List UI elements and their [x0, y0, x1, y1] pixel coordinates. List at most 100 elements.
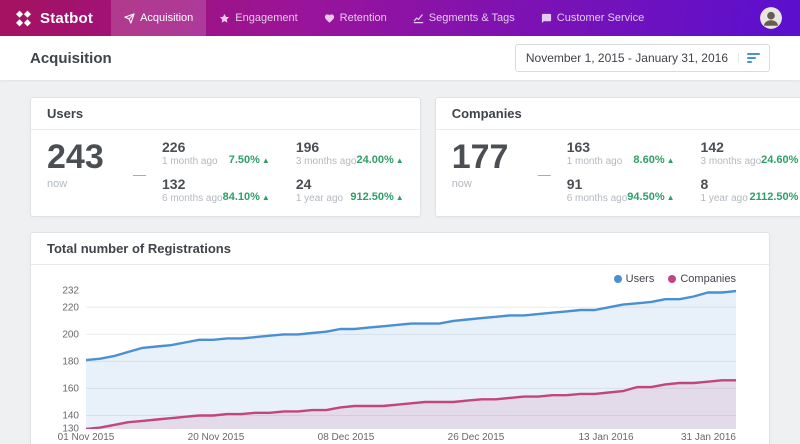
- card-title: Users: [31, 98, 420, 130]
- stat-value: 24: [296, 176, 343, 192]
- page-title: Acquisition: [30, 50, 112, 67]
- trend-up-icon: ▲: [396, 156, 404, 165]
- y-tick-label: 160: [62, 383, 79, 394]
- stat-value: 163: [567, 139, 623, 155]
- card-body: 243 now — 226 1 month ago 7.50%▲ 196 3 m…: [31, 130, 420, 216]
- filter-icon[interactable]: [738, 53, 769, 63]
- stat-label: 1 month ago: [567, 156, 623, 167]
- stat-value: 132: [162, 176, 223, 192]
- y-tick-label: 140: [62, 410, 79, 421]
- chart-title: Total number of Registrations: [31, 233, 769, 265]
- date-range-picker[interactable]: November 1, 2015 - January 31, 2016: [515, 44, 770, 72]
- nav-item-label: Segments & Tags: [429, 12, 515, 24]
- current-value: 177: [452, 139, 538, 176]
- stat-item: 91 6 months ago 94.50%▲: [567, 176, 675, 204]
- stats-grid: 163 1 month ago 8.60%▲ 142 3 months ago …: [567, 139, 800, 204]
- stat-label: 1 year ago: [701, 193, 748, 204]
- nav-item-acquisition[interactable]: Acquisition: [111, 0, 206, 36]
- x-tick-label: 08 Dec 2015: [318, 432, 375, 443]
- current-stat: 243 now: [47, 139, 133, 204]
- legend-dot-icon: [614, 275, 622, 283]
- trend-up-icon: ▲: [262, 193, 270, 202]
- plot-area[interactable]: 232220200180160140130: [86, 283, 736, 429]
- current-label: now: [47, 178, 133, 190]
- stat-item: 24 1 year ago 912.50%▲: [296, 176, 404, 204]
- stat-delta: 2112.50%▲: [750, 191, 800, 204]
- stat-item: 8 1 year ago 2112.50%▲: [701, 176, 800, 204]
- y-tick-label: 220: [62, 302, 79, 313]
- stat-cards-row: Users 243 now — 226 1 month ago 7.50%▲ 1…: [30, 97, 770, 217]
- nav-item-segments-tags[interactable]: Segments & Tags: [400, 0, 528, 36]
- brand-name: Statbot: [40, 10, 93, 27]
- card-body: 177 now — 163 1 month ago 8.60%▲ 142 3 m…: [436, 130, 800, 216]
- users-card: Users 243 now — 226 1 month ago 7.50%▲ 1…: [30, 97, 421, 217]
- nav-item-label: Retention: [340, 12, 387, 24]
- stat-delta: 7.50%▲: [229, 154, 270, 167]
- current-label: now: [452, 178, 538, 190]
- companies-card: Companies 177 now — 163 1 month ago 8.60…: [435, 97, 800, 217]
- y-tick-label: 180: [62, 356, 79, 367]
- separator-dash: —: [538, 167, 551, 182]
- registrations-chart-card: Total number of Registrations Users Compa…: [30, 232, 770, 444]
- brand[interactable]: Statbot: [0, 0, 111, 36]
- star-icon: [219, 13, 230, 24]
- stat-delta: 912.50%▲: [350, 191, 403, 204]
- nav-item-retention[interactable]: Retention: [311, 0, 400, 36]
- trend-up-icon: ▲: [262, 156, 270, 165]
- chart-body: Users Companies 232220200180160140130 01 …: [31, 265, 769, 444]
- stat-item: 163 1 month ago 8.60%▲: [567, 139, 675, 167]
- top-nav: Statbot Acquisition Engagement Retention…: [0, 0, 800, 36]
- x-tick-label: 01 Nov 2015: [58, 432, 115, 443]
- heart-icon: [324, 13, 335, 24]
- chat-bubble-icon: [541, 13, 552, 24]
- nav-item-customer-service[interactable]: Customer Service: [528, 0, 657, 36]
- legend-dot-icon: [668, 275, 676, 283]
- x-axis-labels: 01 Nov 201520 Nov 201508 Dec 201526 Dec …: [86, 432, 736, 444]
- stat-label: 6 months ago: [567, 193, 628, 204]
- card-title: Companies: [436, 98, 800, 130]
- stat-value: 196: [296, 139, 357, 155]
- date-range-value: November 1, 2015 - January 31, 2016: [516, 51, 738, 65]
- user-avatar[interactable]: [760, 7, 782, 29]
- stat-value: 8: [701, 176, 748, 192]
- stat-delta: 84.10%▲: [223, 191, 270, 204]
- x-tick-label: 13 Jan 2016: [578, 432, 633, 443]
- x-tick-label: 26 Dec 2015: [448, 432, 505, 443]
- line-chart-icon: [413, 13, 424, 24]
- trend-up-icon: ▲: [396, 193, 404, 202]
- legend-item-users[interactable]: Users: [614, 273, 655, 285]
- stat-item: 132 6 months ago 84.10%▲: [162, 176, 270, 204]
- stat-label: 6 months ago: [162, 193, 223, 204]
- stat-value: 142: [701, 139, 762, 155]
- stat-item: 226 1 month ago 7.50%▲: [162, 139, 270, 167]
- chart-legend: Users Companies: [614, 273, 736, 285]
- nav-item-label: Acquisition: [140, 12, 193, 24]
- stat-delta: 94.50%▲: [627, 191, 674, 204]
- stat-delta: 8.60%▲: [633, 154, 674, 167]
- stat-label: 1 year ago: [296, 193, 343, 204]
- main-nav: Acquisition Engagement Retention Segment…: [111, 0, 750, 36]
- stat-label: 1 month ago: [162, 156, 218, 167]
- page-header: Acquisition November 1, 2015 - January 3…: [0, 36, 800, 80]
- stat-delta: 24.00%▲: [356, 154, 403, 167]
- nav-item-label: Customer Service: [557, 12, 644, 24]
- stat-item: 142 3 months ago 24.60%▲: [701, 139, 800, 167]
- y-tick-label: 200: [62, 329, 79, 340]
- trend-up-icon: ▲: [667, 193, 675, 202]
- paper-plane-icon: [124, 13, 135, 24]
- nav-item-engagement[interactable]: Engagement: [206, 0, 310, 36]
- statbot-logo-icon: [14, 9, 33, 28]
- stat-delta: 24.60%▲: [761, 154, 800, 167]
- stat-label: 3 months ago: [296, 156, 357, 167]
- stat-item: 196 3 months ago 24.00%▲: [296, 139, 404, 167]
- trend-up-icon: ▲: [667, 156, 675, 165]
- current-stat: 177 now: [452, 139, 538, 204]
- nav-item-label: Engagement: [235, 12, 297, 24]
- separator-dash: —: [133, 167, 146, 182]
- y-tick-label: 232: [62, 286, 79, 297]
- avatar-image: [760, 7, 782, 29]
- main-content: Users 243 now — 226 1 month ago 7.50%▲ 1…: [0, 80, 800, 444]
- stats-grid: 226 1 month ago 7.50%▲ 196 3 months ago …: [162, 139, 404, 204]
- stat-value: 91: [567, 176, 628, 192]
- legend-item-companies[interactable]: Companies: [668, 273, 736, 285]
